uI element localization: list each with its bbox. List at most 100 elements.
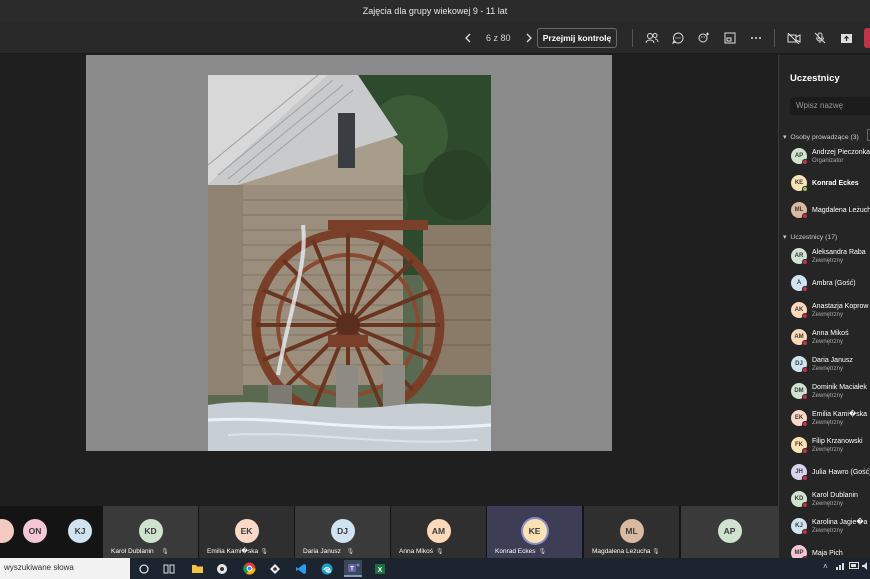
- edge-icon[interactable]: [318, 560, 336, 577]
- participant-row[interactable]: KE Konrad Eckes: [791, 172, 870, 194]
- participant-row[interactable]: KD Karol Dublanin Zewnętrzny: [791, 488, 870, 510]
- avatar: AM: [426, 519, 451, 543]
- participant-tile[interactable]: AP: [681, 506, 778, 558]
- mic-icon: 🎙: [346, 549, 355, 555]
- camera-off-icon[interactable]: [785, 30, 803, 46]
- presence-status-icon: [802, 475, 808, 481]
- attendees-section-header[interactable]: ▾ Uczestnicy (17): [783, 233, 837, 242]
- avatar-initials: FK: [795, 442, 803, 448]
- waterwheel-photo: [208, 75, 491, 451]
- avatar-initials: KD: [794, 496, 804, 502]
- presence-status-icon: [802, 394, 808, 400]
- participant-row[interactable]: AM Anna Mikoś Zewnętrzny: [791, 326, 870, 348]
- presence-status-icon: [802, 529, 808, 535]
- more-icon[interactable]: [747, 30, 765, 46]
- avatar: FK: [791, 437, 808, 454]
- participant-name: Emilia Kami�ska: [812, 410, 868, 418]
- participant-tile[interactable]: ML Magdalena Leżucha 🎙: [584, 506, 679, 558]
- participant-name: Konrad Eckes: [812, 179, 859, 187]
- tile-participant-name: Daria Janusz: [303, 548, 341, 555]
- task-view-icon[interactable]: [160, 560, 178, 577]
- teams-icon[interactable]: T: [344, 560, 362, 577]
- participant-role: Organizator: [812, 157, 844, 164]
- tile-participant-name: Emilia Kami�ska: [207, 548, 259, 555]
- chrome-icon[interactable]: [240, 560, 258, 577]
- network-icon[interactable]: [836, 562, 846, 572]
- avatar: KE: [522, 519, 547, 543]
- meeting-toolbar: 6 z 80 Przejmij kontrolę: [0, 22, 870, 54]
- participant-row[interactable]: ML Magdalena Leżuch: [791, 199, 870, 221]
- avatar: KJ: [791, 518, 808, 535]
- participant-avatar[interactable]: [0, 519, 14, 543]
- file-explorer-icon[interactable]: [188, 560, 206, 577]
- participant-row[interactable]: JH Julia Hawro (Gość): [791, 461, 870, 483]
- participant-avatar[interactable]: ON: [23, 519, 47, 543]
- participants-icon[interactable]: [643, 30, 661, 46]
- presence-status-icon: [802, 340, 808, 346]
- mic-icon: 🎙: [538, 549, 547, 555]
- participant-tile[interactable]: KE Konrad Eckes 🎙: [487, 506, 582, 558]
- speaker-icon[interactable]: [862, 562, 870, 572]
- chevron-down-icon: ▾: [783, 134, 787, 141]
- previous-slide-button[interactable]: [460, 30, 476, 46]
- participant-role: Zewnętrzny: [812, 392, 844, 399]
- avatar: A: [791, 275, 808, 292]
- chat-icon[interactable]: [669, 30, 687, 46]
- windows-taskbar: wyszukiwane słowa T X ˄: [0, 558, 870, 579]
- mic-off-icon[interactable]: [811, 30, 829, 46]
- app-icon[interactable]: [213, 560, 231, 577]
- presenters-section-header[interactable]: ▾ Osoby prowadzące (3): [783, 133, 859, 142]
- avatar-initials: DJ: [795, 361, 803, 367]
- participant-row[interactable]: MP Maja Pich: [791, 542, 870, 558]
- presence-status-icon: [802, 421, 808, 427]
- battery-icon[interactable]: [849, 562, 860, 571]
- presence-status-icon: [802, 159, 808, 165]
- participant-name: Maja Pich: [812, 549, 843, 557]
- participant-tile[interactable]: KD Karol Dublanin 🎙: [103, 506, 198, 558]
- participant-row[interactable]: AR Aleksandra Raba Zewnętrzny: [791, 245, 870, 267]
- chevron-up-icon[interactable]: ˄: [823, 562, 828, 571]
- cortana-icon[interactable]: [135, 560, 153, 577]
- participant-row[interactable]: DM Dominik Maciałek Zewnętrzny: [791, 380, 870, 402]
- excel-icon[interactable]: X: [371, 560, 389, 577]
- avatar-initials: EK: [794, 415, 804, 421]
- avatar: KD: [138, 519, 163, 543]
- avatar-initials: JH: [795, 469, 803, 475]
- leave-button[interactable]: [864, 28, 870, 48]
- vscode-icon[interactable]: [292, 560, 310, 577]
- participants-panel: Uczestnicy Wpisz nazwę ▾ Osoby prowadząc…: [778, 55, 870, 558]
- share-icon[interactable]: [837, 30, 855, 46]
- participant-avatar[interactable]: KJ: [68, 519, 92, 543]
- next-slide-button[interactable]: [521, 30, 537, 46]
- participant-row[interactable]: AK Anastazja Koprow Zewnętrzny: [791, 299, 870, 321]
- participant-row[interactable]: EK Emilia Kami�ska Zewnętrzny: [791, 407, 870, 429]
- panel-title: Uczestnicy: [790, 73, 840, 84]
- participant-role: Zewnętrzny: [812, 500, 844, 507]
- avatar-initials: KE: [794, 180, 804, 186]
- participant-tile[interactable]: AM Anna Mikoś 🎙: [391, 506, 486, 558]
- taskbar-search-input[interactable]: wyszukiwane słowa: [0, 558, 130, 579]
- participant-search-input[interactable]: Wpisz nazwę: [790, 97, 870, 115]
- avatar: KE: [791, 175, 808, 192]
- avatar: MP: [791, 545, 808, 558]
- avatar: DM: [791, 383, 808, 400]
- participant-row[interactable]: KJ Karolina Jagie�a Zewnętrzny: [791, 515, 870, 537]
- participant-name: Anastazja Koprow: [812, 302, 869, 310]
- participant-row[interactable]: AP Andrzej Pieczonka Organizator: [791, 145, 870, 167]
- take-control-button[interactable]: Przejmij kontrolę: [537, 28, 617, 48]
- avatar-initials: AK: [794, 307, 804, 313]
- presentation-slide: [86, 55, 612, 451]
- app-icon[interactable]: [266, 560, 284, 577]
- tile-participant-name: Karol Dublanin: [111, 548, 154, 555]
- avatar: AM: [791, 329, 808, 346]
- participant-row[interactable]: DJ Daria Janusz Zewnętrzny: [791, 353, 870, 375]
- participant-tile[interactable]: EK Emilia Kami�ska 🎙: [199, 506, 294, 558]
- participant-row[interactable]: FK Filip Krzanowski Zewnętrzny: [791, 434, 870, 456]
- participant-row[interactable]: A Ambra (Gość): [791, 272, 870, 294]
- participant-role: Zewnętrzny: [812, 311, 844, 318]
- rooms-icon[interactable]: [721, 30, 739, 46]
- presence-status-icon: [802, 502, 808, 508]
- presence-status-icon: [802, 367, 808, 373]
- participant-tile[interactable]: DJ Daria Janusz 🎙: [295, 506, 390, 558]
- reactions-icon[interactable]: [695, 30, 713, 46]
